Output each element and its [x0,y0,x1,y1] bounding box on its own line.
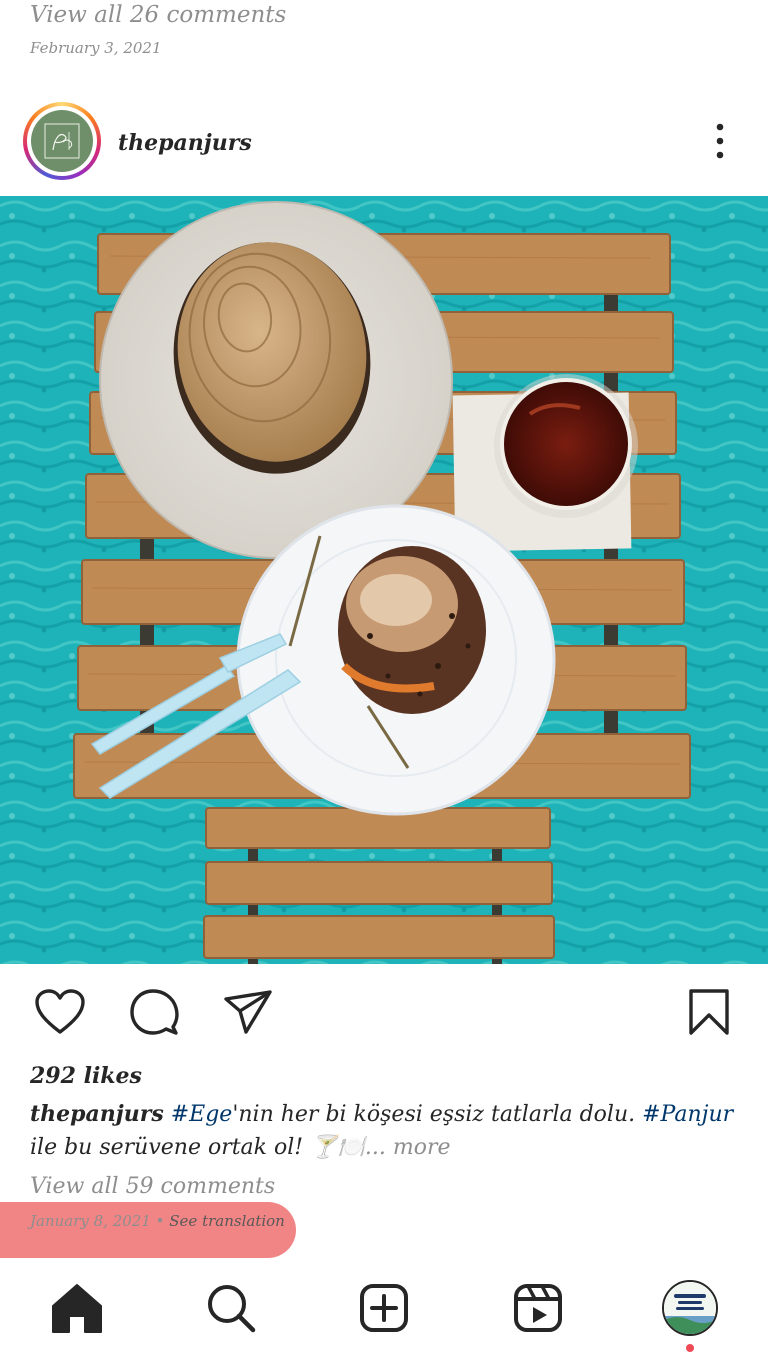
comment-bubble-icon[interactable] [128,987,180,1039]
share-paper-plane-icon[interactable] [222,987,274,1039]
profile-avatar[interactable] [662,1280,718,1336]
date-separator: • [150,1212,170,1230]
avatar [31,110,93,172]
caption-text-2: ile bu serüvene ortak ol! 🍸🍽️ [30,1135,365,1160]
post-caption: thepanjurs #Ege'nin her bi köşesi eşsiz … [30,1098,742,1164]
hashtag-panjur[interactable]: #Panjur [642,1102,733,1127]
home-icon[interactable] [47,1278,107,1338]
likes-count[interactable]: 292 likes [30,1063,142,1089]
view-all-comments-link[interactable]: View all 59 comments [30,1174,275,1199]
story-ring-avatar[interactable] [23,102,101,180]
like-heart-icon[interactable] [34,987,86,1039]
highlight-marker [0,1202,296,1258]
post-photo[interactable] [0,196,768,964]
post-date-row: January 8, 2021 • See translation [30,1212,285,1230]
notification-dot [686,1344,694,1352]
previous-view-all-comments[interactable]: View all 26 comments [30,2,286,28]
previous-post-date: February 3, 2021 [30,39,162,57]
caption-username[interactable]: thepanjurs [30,1101,164,1127]
more-options-icon[interactable] [706,120,734,162]
caption-text-1: 'nin her bi köşesi eşsiz tatlarla dolu. [232,1102,643,1127]
add-post-icon[interactable] [354,1278,414,1338]
caption-more-link[interactable]: ... more [365,1135,451,1160]
post-username[interactable]: thepanjurs [118,130,252,156]
hashtag-ege[interactable]: #Ege [171,1102,233,1127]
see-translation-link[interactable]: See translation [169,1212,285,1230]
reels-icon[interactable] [508,1278,568,1338]
save-bookmark-icon[interactable] [683,987,735,1039]
search-icon[interactable] [200,1278,260,1338]
post-date: January 8, 2021 [30,1212,151,1230]
